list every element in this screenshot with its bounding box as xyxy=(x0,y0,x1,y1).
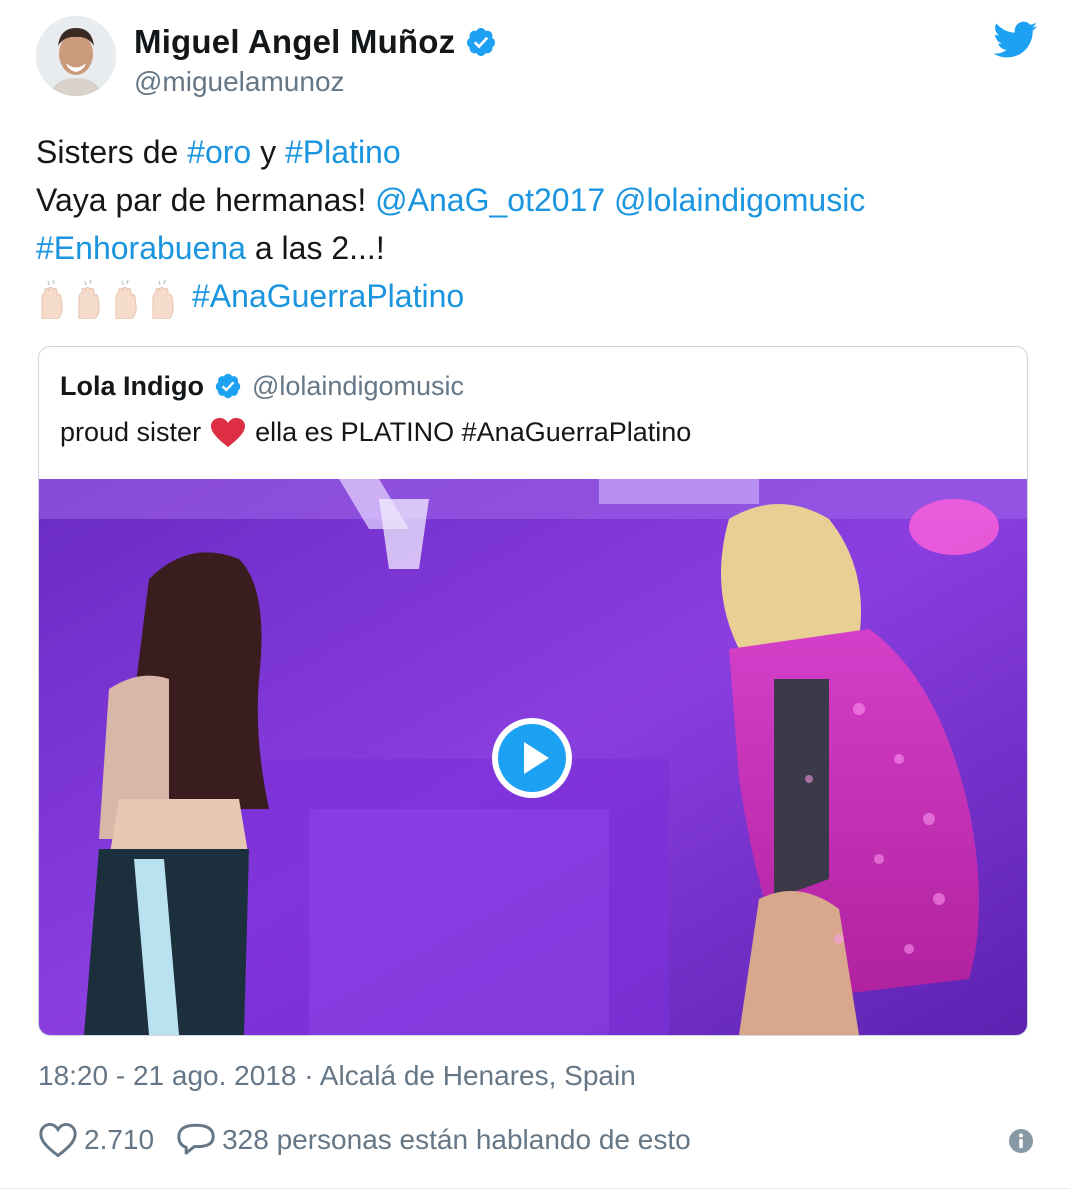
tweet-location[interactable]: Alcalá de Henares, Spain xyxy=(320,1060,636,1091)
quoted-tweet-header: Lola Indigo @lolaindigomusic xyxy=(60,369,464,403)
tweet-line-2: Vaya par de hermanas! @AnaG_ot2017 @lola… xyxy=(36,176,1036,224)
heart-emoji-icon xyxy=(211,417,246,448)
mention-lolaindigomusic[interactable]: @lolaindigomusic xyxy=(614,182,865,218)
tweet-line-3: #Enhorabuena a las 2...! xyxy=(36,224,1036,272)
hashtag-oro[interactable]: #oro xyxy=(187,134,251,170)
like-count: 2.710 xyxy=(84,1124,155,1155)
quoted-text-after: ella es PLATINO #AnaGuerraPlatino xyxy=(255,417,692,447)
tweet-card: Miguel Angel Muñoz @miguelamunoz Sisters… xyxy=(0,0,1070,1191)
quoted-tweet[interactable]: Lola Indigo @lolaindigomusic proud siste… xyxy=(38,346,1028,1036)
video-thumbnail[interactable] xyxy=(39,479,1027,1035)
hashtag-anaguerraplatino[interactable]: #AnaGuerraPlatino xyxy=(192,278,464,314)
mention-anag-ot2017[interactable]: @AnaG_ot2017 xyxy=(375,182,605,218)
tweet-text-segment: y xyxy=(251,134,285,170)
tweet-text-segment: a las 2...! xyxy=(245,230,385,266)
avatar[interactable] xyxy=(36,16,116,96)
hashtag-enhorabuena[interactable]: #Enhorabuena xyxy=(36,230,246,266)
meta-separator: · xyxy=(304,1060,314,1091)
conversation-count: 328 personas están hablando de esto xyxy=(222,1124,691,1155)
tweet-text-segment: Sisters de xyxy=(36,134,188,170)
quoted-handle[interactable]: @lolaindigomusic xyxy=(252,371,464,402)
tweet-line-1: Sisters de #oro y #Platino xyxy=(36,128,1036,176)
tweet-line-4: #AnaGuerraPlatino xyxy=(36,272,1036,320)
raised-hands-icon xyxy=(36,279,184,319)
bottom-divider xyxy=(0,1188,1070,1189)
tweet-text: Sisters de #oro y #Platino Vaya par de h… xyxy=(36,128,1036,320)
reply-button[interactable]: 328 personas están hablando de esto xyxy=(176,1122,691,1158)
quoted-display-name[interactable]: Lola Indigo xyxy=(60,371,204,402)
quoted-tweet-text: proud sister ella es PLATINO #AnaGuerraP… xyxy=(60,417,691,448)
tweet-text-segment xyxy=(605,182,614,218)
twitter-bird-icon[interactable] xyxy=(993,20,1038,60)
verified-icon xyxy=(214,372,242,400)
quoted-text-before: proud sister xyxy=(60,417,202,447)
like-button[interactable]: 2.710 xyxy=(38,1122,154,1158)
author-display-name[interactable]: Miguel Angel Muñoz xyxy=(134,23,455,61)
tweet-header: Miguel Angel Muñoz @miguelamunoz xyxy=(36,16,1040,106)
tweet-actions: 2.710 328 personas están hablando de est… xyxy=(38,1118,1034,1162)
tweet-text-segment: Vaya par de hermanas! xyxy=(36,182,376,218)
author-handle[interactable]: @miguelamunoz xyxy=(134,66,497,98)
tweet-timestamp[interactable]: 18:20 - 21 ago. 2018 xyxy=(38,1060,296,1091)
info-icon[interactable] xyxy=(1008,1128,1034,1154)
verified-icon xyxy=(465,26,497,58)
reply-bubble-icon xyxy=(177,1123,215,1155)
like-heart-icon xyxy=(39,1122,77,1158)
play-icon[interactable] xyxy=(489,715,575,801)
tweet-meta: 18:20 - 21 ago. 2018 · Alcalá de Henares… xyxy=(38,1060,636,1092)
display-name-row: Miguel Angel Muñoz xyxy=(134,22,497,62)
author-block: Miguel Angel Muñoz @miguelamunoz xyxy=(134,22,497,98)
hashtag-platino[interactable]: #Platino xyxy=(285,134,401,170)
